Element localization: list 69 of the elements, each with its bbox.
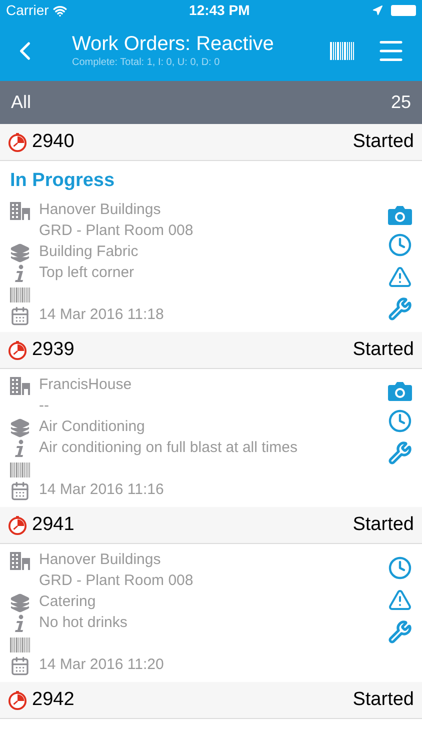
timer-icon: [8, 690, 27, 710]
detail-text: GRD - Plant Room 008: [39, 571, 194, 592]
detail-text: --: [39, 396, 49, 416]
detail-text: 14 Mar 2016 11:18: [39, 305, 164, 326]
wrench-icon[interactable]: [388, 297, 412, 321]
filter-label: All: [11, 91, 32, 114]
clock-icon[interactable]: [388, 556, 412, 580]
order-number: 2940: [32, 130, 74, 154]
location-icon: [372, 5, 383, 16]
detail-text: Air Conditioning: [39, 417, 145, 438]
camera-icon[interactable]: [388, 381, 412, 401]
carrier-label: Carrier: [6, 1, 49, 20]
camera-icon[interactable]: [388, 205, 412, 225]
wrench-icon[interactable]: [388, 620, 412, 644]
order-number: 2939: [32, 338, 74, 362]
calendar-icon: [10, 656, 30, 676]
detail-text: Building Fabric: [39, 242, 138, 262]
clock-icon[interactable]: [388, 409, 412, 433]
warning-icon[interactable]: [388, 588, 412, 612]
building-icon: [10, 202, 30, 220]
detail-text: Hanover Buildings: [39, 550, 161, 570]
order-status: Started: [352, 130, 414, 154]
filter-count: 25: [390, 91, 411, 114]
barcode-scan-button[interactable]: [330, 41, 354, 61]
nav-title: Work Orders: Reactive: [72, 32, 275, 56]
barcode-icon: [10, 460, 30, 478]
nav-subtitle: Complete: Total: 1, I: 0, U: 0, D: 0: [72, 56, 221, 70]
layers-icon: [10, 592, 30, 612]
timer-icon: [8, 516, 27, 534]
detail-text: Air conditioning on full blast at all times: [39, 438, 298, 458]
order-header[interactable]: 2942 Started: [0, 682, 422, 719]
order-header[interactable]: 2939 Started: [0, 332, 422, 369]
calendar-icon: [10, 480, 30, 500]
order-status: Started: [352, 338, 414, 362]
detail-text: Catering: [39, 592, 96, 612]
detail-text: Top left corner: [39, 263, 134, 284]
calendar-icon: [10, 306, 30, 326]
status-time: 12:43 PM: [189, 1, 250, 20]
layers-icon: [10, 242, 30, 262]
wrench-icon[interactable]: [388, 441, 412, 465]
barcode-icon: [10, 286, 30, 304]
order-header[interactable]: 2940 Started: [0, 124, 422, 161]
clock-icon[interactable]: [388, 233, 412, 257]
detail-text: 14 Mar 2016 11:16: [39, 480, 164, 500]
section-title: In Progress: [10, 169, 116, 193]
info-icon: [14, 614, 26, 634]
info-icon: [14, 264, 26, 284]
detail-text: GRD - Plant Room 008: [39, 221, 194, 242]
order-number: 2941: [32, 512, 74, 537]
timer-icon: [8, 340, 27, 360]
info-icon: [14, 438, 26, 458]
order-status: Started: [352, 688, 414, 712]
order-number: 2942: [32, 688, 74, 712]
barcode-icon: [10, 636, 30, 654]
barcode-icon: [330, 41, 354, 61]
building-icon: [10, 552, 30, 570]
detail-text: Hanover Buildings: [39, 200, 161, 220]
detail-text: 14 Mar 2016 11:20: [39, 655, 164, 676]
detail-text: FrancisHouse: [39, 375, 132, 396]
detail-text: No hot drinks: [39, 613, 128, 634]
order-status: Started: [352, 512, 414, 537]
timer-icon: [8, 132, 27, 152]
wifi-icon: [52, 4, 67, 18]
battery-icon: [390, 5, 416, 16]
order-header[interactable]: 2941 Started: [0, 507, 422, 544]
layers-icon: [10, 418, 30, 438]
warning-icon[interactable]: [388, 265, 412, 289]
filter-bar[interactable]: All 25: [0, 81, 422, 124]
building-icon: [10, 376, 30, 394]
